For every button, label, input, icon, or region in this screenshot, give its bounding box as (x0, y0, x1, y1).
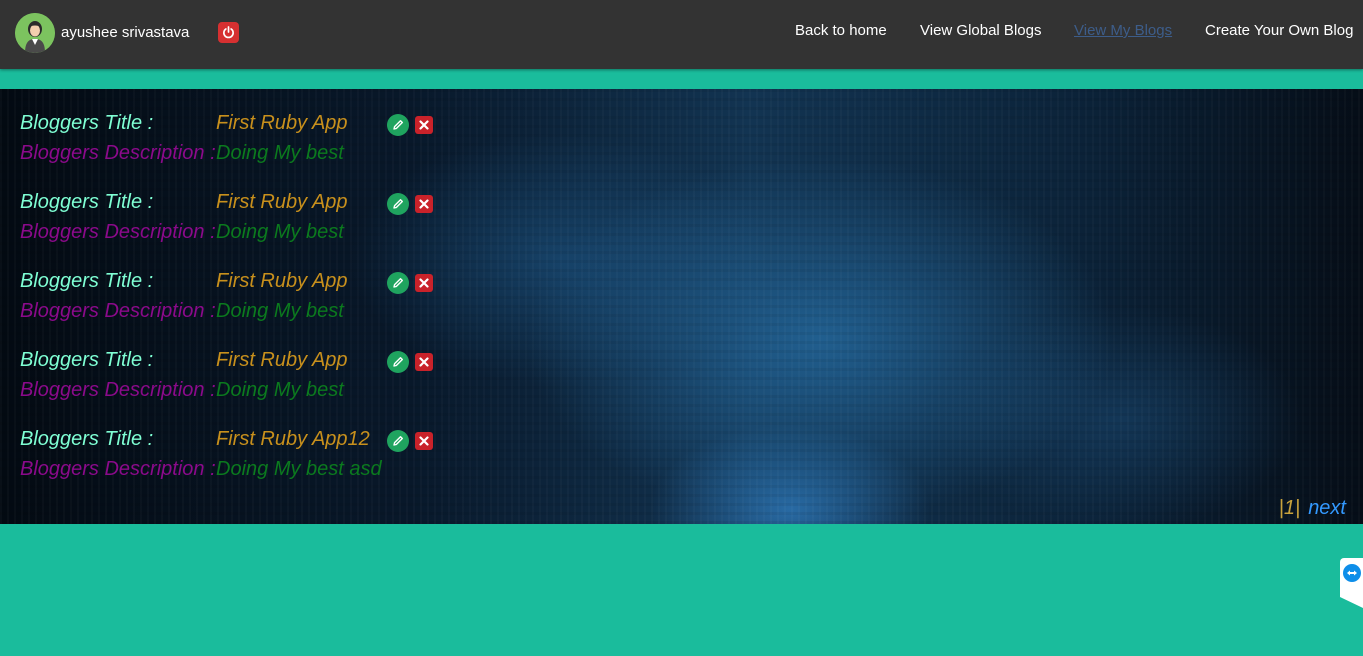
blog-description: Doing My best (216, 300, 344, 322)
power-icon (223, 26, 234, 39)
teamviewer-icon (1343, 564, 1361, 582)
delete-button[interactable] (415, 274, 433, 292)
blog-title: First Ruby App12 (216, 428, 370, 450)
close-icon (419, 199, 429, 209)
title-label: Bloggers Title : (20, 270, 154, 292)
logout-button[interactable] (218, 22, 239, 43)
delete-button[interactable] (415, 116, 433, 134)
description-label: Bloggers Description : (20, 379, 216, 401)
avatar-image (15, 13, 55, 53)
arrows-icon (1347, 570, 1357, 576)
delete-button[interactable] (415, 353, 433, 371)
title-label: Bloggers Title : (20, 112, 154, 134)
edit-button[interactable] (387, 351, 409, 373)
title-label: Bloggers Title : (20, 191, 154, 213)
pencil-icon (393, 357, 403, 367)
pencil-icon (393, 278, 403, 288)
blog-description: Doing My best asd (216, 458, 382, 480)
title-label: Bloggers Title : (20, 349, 154, 371)
next-page-link[interactable]: next (1308, 497, 1346, 519)
top-navbar: ayushee srivastava Back to home View Glo… (0, 0, 1363, 69)
username: ayushee srivastava (61, 24, 190, 41)
current-page: |1| (1278, 497, 1301, 519)
nav-create-blog[interactable]: Create Your Own Blog (1205, 22, 1353, 39)
edit-button[interactable] (387, 430, 409, 452)
blog-description: Doing My best (216, 142, 344, 164)
close-icon (419, 120, 429, 130)
edit-button[interactable] (387, 272, 409, 294)
close-icon (419, 357, 429, 367)
nav-back-to-home[interactable]: Back to home (795, 22, 887, 39)
delete-button[interactable] (415, 432, 433, 450)
close-icon (419, 278, 429, 288)
title-label: Bloggers Title : (20, 428, 154, 450)
description-label: Bloggers Description : (20, 221, 216, 243)
edit-button[interactable] (387, 193, 409, 215)
teamviewer-widget[interactable] (1340, 558, 1363, 608)
blog-title: First Ruby App (216, 349, 348, 371)
blog-entry: Bloggers Title : First Ruby App Bloggers… (20, 349, 450, 409)
blog-entry: Bloggers Title : First Ruby App Bloggers… (20, 270, 450, 330)
blog-entry: Bloggers Title : First Ruby App12 Blogge… (20, 428, 450, 488)
blog-title: First Ruby App (216, 191, 348, 213)
description-label: Bloggers Description : (20, 300, 216, 322)
description-label: Bloggers Description : (20, 142, 216, 164)
user-avatar (15, 13, 55, 53)
pencil-icon (393, 436, 403, 446)
delete-button[interactable] (415, 195, 433, 213)
nav-view-global-blogs[interactable]: View Global Blogs (920, 22, 1041, 39)
description-label: Bloggers Description : (20, 458, 216, 480)
blog-description: Doing My best (216, 379, 344, 401)
edit-button[interactable] (387, 114, 409, 136)
blog-description: Doing My best (216, 221, 344, 243)
close-icon (419, 436, 429, 446)
blog-entry: Bloggers Title : First Ruby App Bloggers… (20, 112, 450, 172)
blog-entry: Bloggers Title : First Ruby App Bloggers… (20, 191, 450, 251)
blogs-panel: Bloggers Title : First Ruby App Bloggers… (0, 89, 1363, 524)
blog-title: First Ruby App (216, 112, 348, 134)
nav-view-my-blogs[interactable]: View My Blogs (1074, 22, 1172, 39)
blog-title: First Ruby App (216, 270, 348, 292)
pagination: |1| next (1279, 497, 1346, 520)
pencil-icon (393, 120, 403, 130)
pencil-icon (393, 199, 403, 209)
